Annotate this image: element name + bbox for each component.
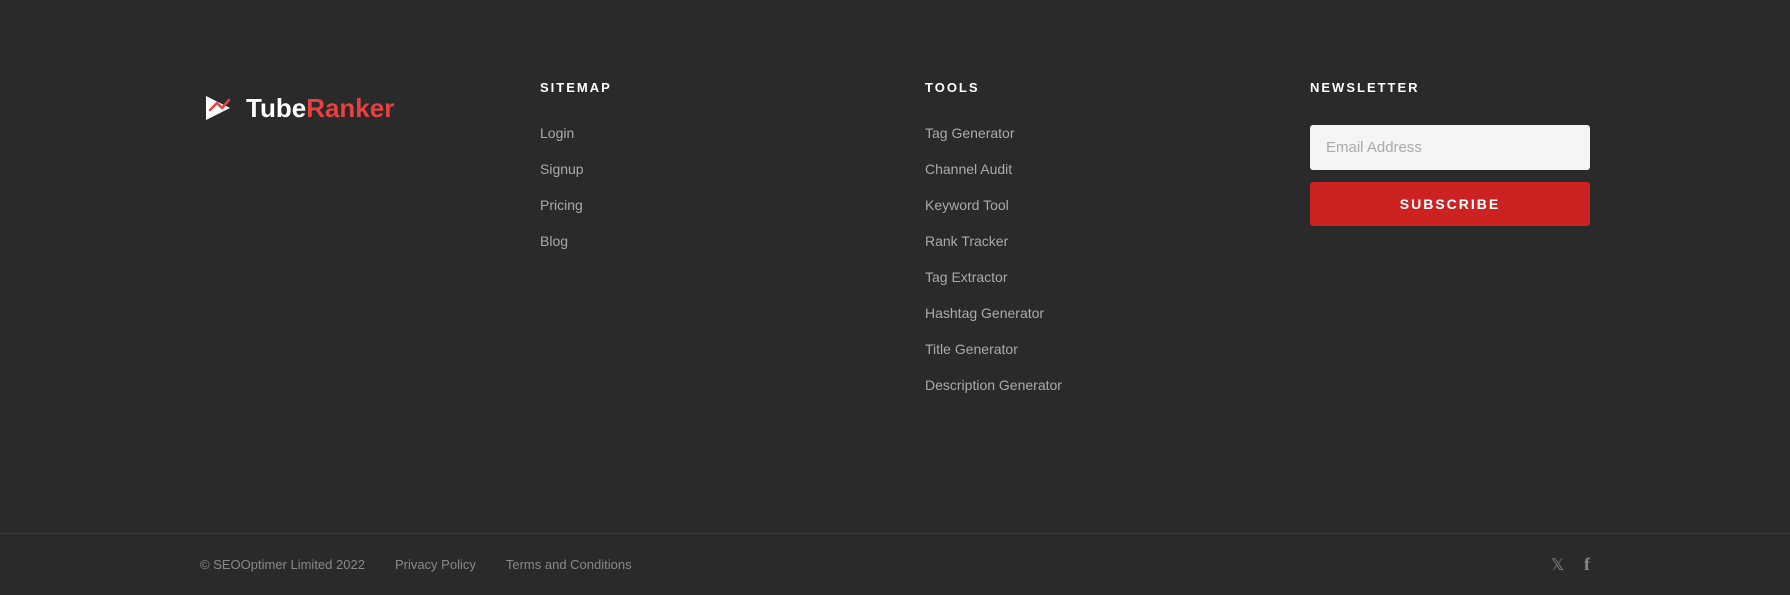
footer: TubeRanker SITEMAP Login Signup Pricing … (0, 0, 1790, 595)
tool-link-keyword-tool[interactable]: Keyword Tool (925, 197, 1250, 213)
sitemap-link-signup[interactable]: Signup (540, 161, 865, 177)
logo-text-red: Ranker (306, 93, 394, 123)
sitemap-link-blog[interactable]: Blog (540, 233, 865, 249)
logo-text: TubeRanker (246, 93, 394, 124)
sitemap-link-login[interactable]: Login (540, 125, 865, 141)
subscribe-button[interactable]: SUBSCRIBE (1310, 182, 1590, 226)
tool-link-tag-extractor[interactable]: Tag Extractor (925, 269, 1250, 285)
logo: TubeRanker (200, 90, 394, 126)
tool-link-tag-generator[interactable]: Tag Generator (925, 125, 1250, 141)
privacy-policy-link[interactable]: Privacy Policy (395, 557, 476, 572)
tools-title: TOOLS (925, 80, 1250, 95)
social-icons (1551, 554, 1590, 575)
logo-icon (200, 90, 236, 126)
sitemap-link-pricing[interactable]: Pricing (540, 197, 865, 213)
twitter-icon[interactable] (1551, 554, 1564, 575)
email-input[interactable] (1310, 125, 1590, 170)
sitemap-section: SITEMAP Login Signup Pricing Blog (540, 80, 865, 473)
footer-main: TubeRanker SITEMAP Login Signup Pricing … (0, 0, 1790, 533)
footer-bottom: © SEOOptimer Limited 2022 Privacy Policy… (0, 533, 1790, 595)
tool-link-description-generator[interactable]: Description Generator (925, 377, 1250, 393)
newsletter-title: NEWSLETTER (1310, 80, 1590, 95)
tool-link-channel-audit[interactable]: Channel Audit (925, 161, 1250, 177)
footer-brand: TubeRanker (200, 80, 480, 473)
tool-link-title-generator[interactable]: Title Generator (925, 341, 1250, 357)
sitemap-title: SITEMAP (540, 80, 865, 95)
terms-conditions-link[interactable]: Terms and Conditions (506, 557, 632, 572)
facebook-icon[interactable] (1584, 554, 1590, 575)
newsletter-section: NEWSLETTER SUBSCRIBE (1310, 80, 1590, 473)
copyright-text: © SEOOptimer Limited 2022 (200, 557, 365, 572)
footer-bottom-left: © SEOOptimer Limited 2022 Privacy Policy… (200, 557, 632, 572)
tool-link-hashtag-generator[interactable]: Hashtag Generator (925, 305, 1250, 321)
tool-link-rank-tracker[interactable]: Rank Tracker (925, 233, 1250, 249)
tools-section: TOOLS Tag Generator Channel Audit Keywor… (925, 80, 1250, 473)
logo-text-white: Tube (246, 93, 306, 123)
